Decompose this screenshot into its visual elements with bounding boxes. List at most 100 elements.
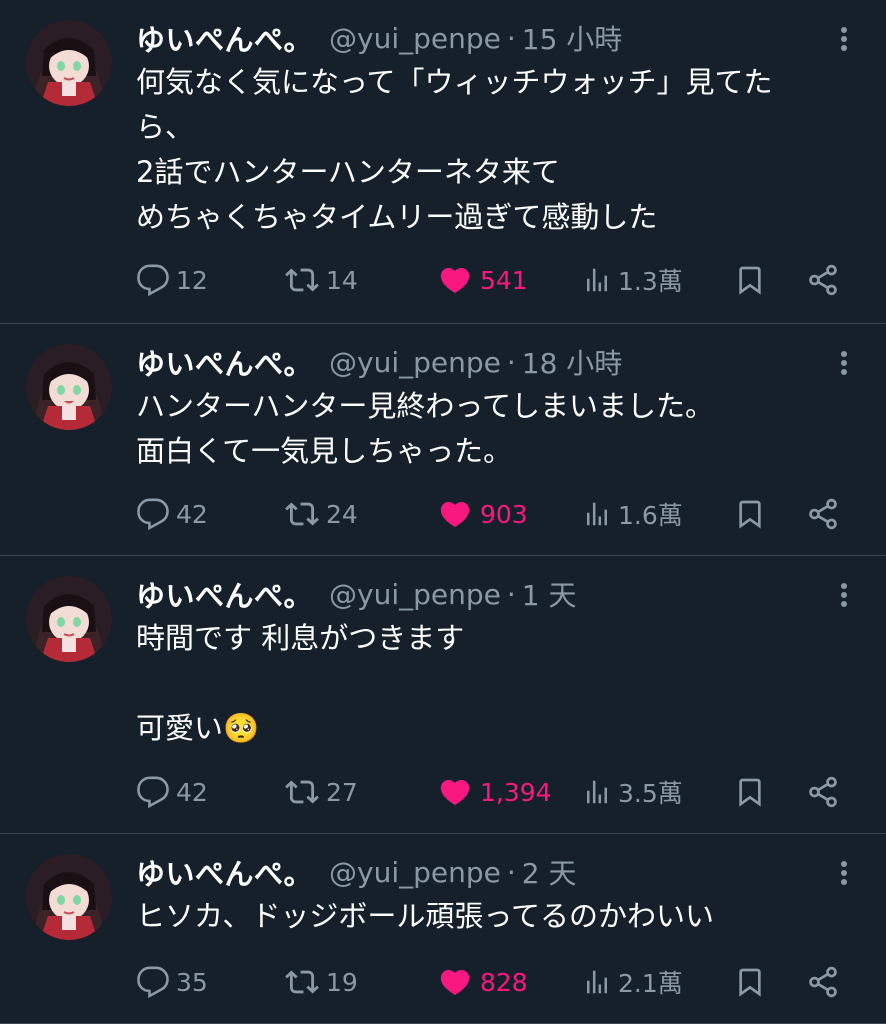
reply-icon: [137, 264, 169, 297]
retweet-button[interactable]: 27: [284, 772, 358, 812]
like-button[interactable]: 828: [438, 962, 528, 1002]
views-button[interactable]: 1.3萬: [582, 260, 683, 300]
user-handle[interactable]: @yui_penpe: [329, 856, 501, 889]
separator-dot: ·: [506, 855, 516, 889]
tweet-text-line: 何気なく気になって「ウィッチウォッチ」見てた: [136, 65, 773, 99]
tweet[interactable]: ゆいぺんぺ。 @yui_penpe · 15 小時 何気なく気になって「ウィッチ…: [0, 0, 886, 324]
share-button[interactable]: [806, 772, 840, 812]
views-icon: [587, 502, 607, 526]
display-name[interactable]: ゆいぺんぺ。: [136, 17, 313, 59]
like-button[interactable]: 1,394: [438, 772, 552, 812]
more-icon[interactable]: [832, 580, 856, 610]
tweet-text: 何気なく気になって「ウィッチウォッチ」見てた ら、 2話でハンターハンターネタ来…: [136, 60, 866, 240]
tweet-text-line: ら、: [136, 110, 195, 144]
separator-dot: ·: [506, 21, 516, 55]
tweet-text-line: ヒソカ、ドッジボール頑張ってるのかわいい: [136, 899, 714, 933]
timestamp[interactable]: 1 天: [522, 574, 577, 614]
share-icon: [809, 776, 837, 808]
heart-icon: [440, 501, 470, 527]
action-bar: 42 24 903 1.6萬: [136, 494, 846, 534]
reply-button[interactable]: 35: [136, 962, 208, 1002]
tweet-header: ゆいぺんぺ。 @yui_penpe · 1 天: [136, 574, 576, 614]
share-button[interactable]: [806, 962, 840, 1002]
timeline-feed: ゆいぺんぺ。 @yui_penpe · 15 小時 何気なく気になって「ウィッチ…: [0, 0, 886, 1024]
like-count: 541: [480, 265, 528, 295]
tweet-text-line: 2話でハンターハンターネタ来て: [136, 155, 560, 189]
bookmark-button[interactable]: [734, 772, 766, 812]
retweet-count: 24: [326, 499, 358, 529]
tweet[interactable]: ゆいぺんぺ。 @yui_penpe · 2 天 ヒソカ、ドッジボール頑張ってるの…: [0, 834, 886, 1024]
retweet-button[interactable]: 19: [284, 962, 358, 1002]
share-button[interactable]: [806, 494, 840, 534]
bookmark-icon: [739, 968, 761, 997]
retweet-button[interactable]: 24: [284, 494, 358, 534]
tweet-text-line: ハンターハンター見終わってしまいました。: [136, 389, 714, 423]
more-icon[interactable]: [832, 858, 856, 888]
user-handle[interactable]: @yui_penpe: [329, 22, 501, 55]
separator-dot: ·: [506, 577, 516, 611]
display-name[interactable]: ゆいぺんぺ。: [136, 851, 313, 893]
like-button[interactable]: 903: [438, 494, 528, 534]
more-icon[interactable]: [832, 348, 856, 378]
bookmark-button[interactable]: [734, 494, 766, 534]
share-button[interactable]: [806, 260, 840, 300]
views-button[interactable]: 1.6萬: [582, 494, 683, 534]
reply-button[interactable]: 42: [136, 494, 208, 534]
tweet-text: 時間です 利息がつきます 可愛い🥺: [136, 616, 866, 751]
retweet-icon: [285, 970, 319, 994]
tweet-header: ゆいぺんぺ。 @yui_penpe · 15 小時: [136, 18, 622, 58]
reply-count: 42: [176, 499, 208, 529]
like-count: 828: [480, 967, 528, 997]
timestamp[interactable]: 15 小時: [522, 18, 623, 58]
reply-button[interactable]: 12: [136, 260, 208, 300]
more-icon[interactable]: [832, 24, 856, 54]
tweet-header: ゆいぺんぺ。 @yui_penpe · 2 天: [136, 852, 576, 892]
tweet[interactable]: ゆいぺんぺ。 @yui_penpe · 1 天 時間です 利息がつきます 可愛い…: [0, 556, 886, 834]
bookmark-button[interactable]: [734, 962, 766, 1002]
share-icon: [809, 498, 837, 530]
share-icon: [809, 264, 837, 296]
action-bar: 42 27 1,394 3.5萬: [136, 772, 846, 812]
heart-icon: [440, 779, 470, 805]
avatar[interactable]: [26, 576, 112, 662]
view-count: 1.3萬: [618, 267, 683, 296]
retweet-count: 14: [326, 265, 358, 295]
retweet-button[interactable]: 14: [284, 260, 358, 300]
view-count: 2.1萬: [618, 969, 683, 998]
tweet-text-line: 可愛い🥺: [136, 711, 260, 745]
heart-icon: [440, 267, 470, 293]
bookmark-icon: [739, 266, 761, 295]
reply-count: 12: [176, 265, 208, 295]
like-button[interactable]: 541: [438, 260, 528, 300]
share-icon: [809, 966, 837, 998]
views-icon: [587, 970, 607, 994]
bookmark-icon: [739, 500, 761, 529]
tweet-text-line: めちゃくちゃタイムリー過ぎて感動した: [136, 200, 658, 234]
retweet-icon: [285, 502, 319, 526]
bookmark-button[interactable]: [734, 260, 766, 300]
avatar[interactable]: [26, 20, 112, 106]
tweet-text-line: 時間です 利息がつきます: [136, 621, 465, 655]
views-button[interactable]: 2.1萬: [582, 962, 683, 1002]
action-bar: 35 19 828 2.1萬: [136, 962, 846, 1002]
reply-icon: [137, 498, 169, 531]
display-name[interactable]: ゆいぺんぺ。: [136, 573, 313, 615]
heart-icon: [440, 969, 470, 995]
tweet-text: ハンターハンター見終わってしまいました。 面白くて一気見しちゃった。: [136, 384, 866, 474]
display-name[interactable]: ゆいぺんぺ。: [136, 341, 313, 383]
user-handle[interactable]: @yui_penpe: [329, 346, 501, 379]
tweet[interactable]: ゆいぺんぺ。 @yui_penpe · 18 小時 ハンターハンター見終わってし…: [0, 324, 886, 556]
reply-button[interactable]: 42: [136, 772, 208, 812]
views-icon: [587, 268, 607, 292]
bookmark-icon: [739, 778, 761, 807]
avatar[interactable]: [26, 344, 112, 430]
avatar[interactable]: [26, 854, 112, 940]
views-button[interactable]: 3.5萬: [582, 772, 683, 812]
timestamp[interactable]: 2 天: [522, 852, 577, 892]
view-count: 1.6萬: [618, 501, 683, 530]
timestamp[interactable]: 18 小時: [522, 342, 623, 382]
user-handle[interactable]: @yui_penpe: [329, 578, 501, 611]
action-bar: 12 14 541 1.3萬: [136, 260, 846, 300]
tweet-text: ヒソカ、ドッジボール頑張ってるのかわいい: [136, 894, 866, 939]
